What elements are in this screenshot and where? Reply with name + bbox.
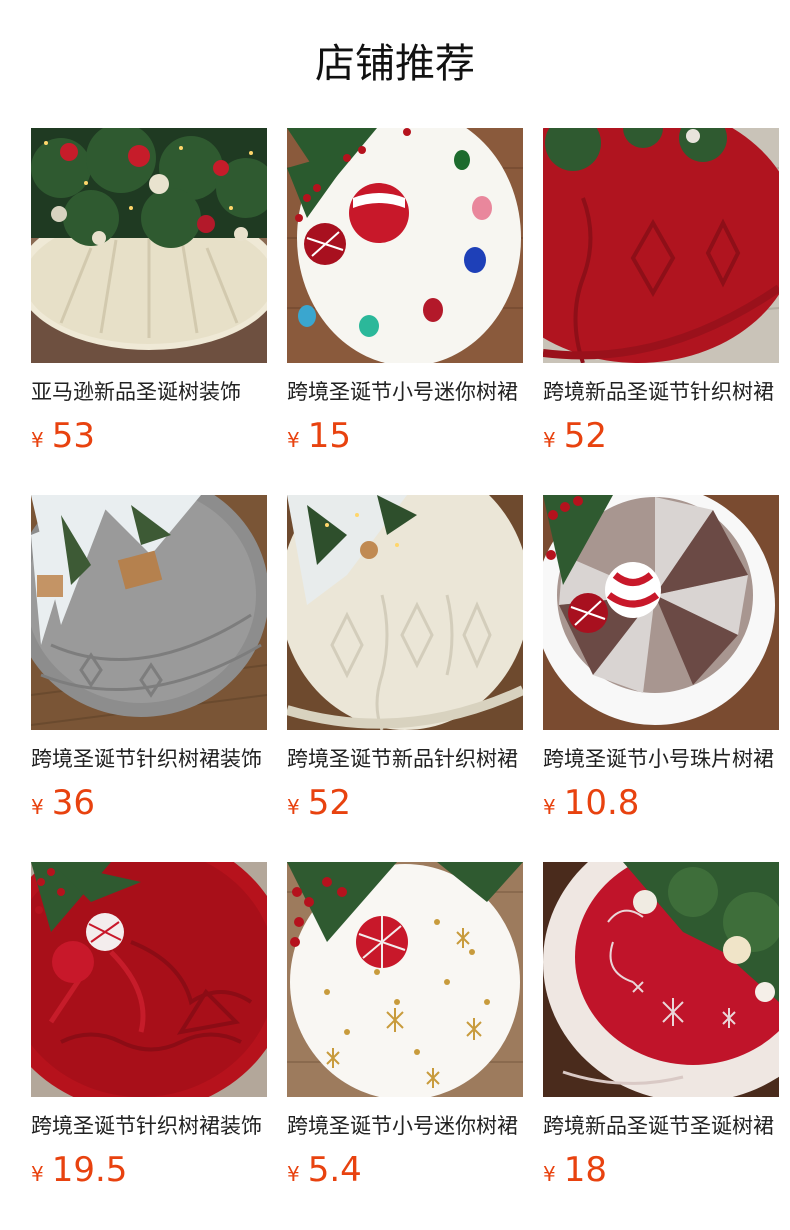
product-card[interactable]: 跨境新品圣诞节圣诞树裙 ¥18 — [543, 862, 779, 1190]
product-price: ¥36 — [31, 781, 95, 831]
product-name[interactable]: 跨境圣诞节小号迷你树裙 — [287, 378, 523, 406]
product-card[interactable]: 跨境圣诞节小号迷你树裙 ¥15 — [287, 128, 523, 456]
product-card[interactable]: 跨境圣诞节针织树裙装饰 ¥36 — [31, 495, 267, 823]
price-value: 10.8 — [563, 783, 640, 823]
product-card[interactable]: 跨境新品圣诞节针织树裙 ¥52 — [543, 128, 779, 456]
currency-symbol: ¥ — [31, 795, 44, 819]
price-value: 52 — [563, 416, 607, 456]
product-price: ¥53 — [31, 414, 95, 464]
price-value: 18 — [563, 1150, 607, 1190]
product-image[interactable] — [543, 128, 779, 363]
product-image[interactable] — [543, 495, 779, 730]
product-image[interactable] — [31, 128, 267, 363]
product-name[interactable]: 跨境圣诞节针织树裙装饰 — [31, 745, 267, 773]
product-price: ¥52 — [543, 414, 607, 464]
currency-symbol: ¥ — [287, 428, 300, 452]
product-name[interactable]: 跨境新品圣诞节圣诞树裙 — [543, 1112, 779, 1140]
currency-symbol: ¥ — [543, 428, 556, 452]
store-recommendations-page: 店铺推荐 亚马逊新品圣诞树装饰 ¥ 53 跨境圣诞节小号迷你树裙 ¥ 15 跨境… — [0, 0, 790, 1230]
product-price: ¥15 — [287, 414, 351, 464]
product-price: ¥5.4 — [287, 1148, 362, 1198]
product-image[interactable] — [287, 128, 523, 363]
product-image[interactable] — [31, 862, 267, 1097]
product-grid: 亚马逊新品圣诞树装饰 ¥53 跨境圣诞节小号迷你树裙 ¥ 15 跨境新品圣诞节针… — [31, 128, 779, 1190]
product-image[interactable] — [287, 495, 523, 730]
product-name[interactable]: 跨境新品圣诞节针织树裙 — [543, 378, 779, 406]
product-card[interactable]: 跨境圣诞节小号珠片树裙 ¥10.8 — [543, 495, 779, 823]
product-price: ¥18 — [543, 1148, 607, 1198]
price-value: 5.4 — [307, 1150, 362, 1190]
price-value: 15 — [307, 416, 351, 456]
product-card[interactable]: 跨境圣诞节新品针织树裙 ¥52 — [287, 495, 523, 823]
currency-symbol: ¥ — [543, 795, 556, 819]
product-name[interactable]: 跨境圣诞节针织树裙装饰 — [31, 1112, 267, 1140]
product-price: ¥52 — [287, 781, 351, 831]
page-title: 店铺推荐 — [315, 41, 475, 87]
product-card[interactable]: 亚马逊新品圣诞树装饰 ¥53 — [31, 128, 267, 456]
product-name[interactable]: 跨境圣诞节小号迷你树裙 — [287, 1112, 523, 1140]
product-image[interactable] — [31, 495, 267, 730]
price-value: 53 — [51, 416, 95, 456]
product-card[interactable]: 跨境圣诞节针织树裙装饰 ¥19.5 — [31, 862, 267, 1190]
currency-symbol: ¥ — [31, 1162, 44, 1186]
price-value: 52 — [307, 783, 351, 823]
currency-symbol: ¥ — [31, 428, 44, 452]
product-card[interactable]: 跨境圣诞节小号迷你树裙 ¥5.4 — [287, 862, 523, 1190]
currency-symbol: ¥ — [543, 1162, 556, 1186]
product-price: ¥10.8 — [543, 781, 639, 831]
currency-symbol: ¥ — [287, 795, 300, 819]
price-value: 19.5 — [51, 1150, 128, 1190]
product-image[interactable] — [287, 862, 523, 1097]
product-price: ¥19.5 — [31, 1148, 127, 1198]
product-name[interactable]: 跨境圣诞节新品针织树裙 — [287, 745, 523, 773]
product-image[interactable] — [543, 862, 779, 1097]
product-name[interactable]: 亚马逊新品圣诞树装饰 — [31, 378, 267, 406]
product-name[interactable]: 跨境圣诞节小号珠片树裙 — [543, 745, 779, 773]
currency-symbol: ¥ — [287, 1162, 300, 1186]
price-value: 36 — [51, 783, 95, 823]
